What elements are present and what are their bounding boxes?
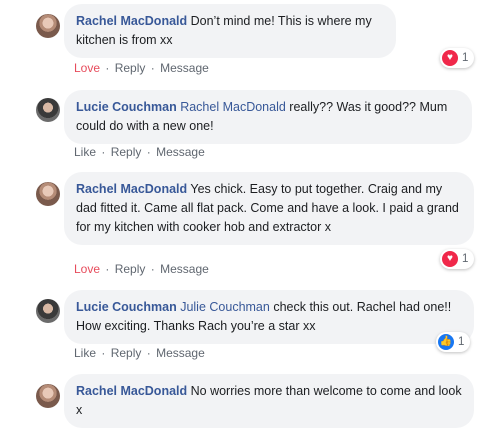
heart-icon: ♥	[442, 50, 458, 66]
avatar[interactable]	[36, 98, 60, 122]
comment-bubble: Rachel MacDonald No worries more than we…	[64, 374, 474, 428]
message-button[interactable]: Message	[156, 145, 205, 159]
comment-actions: Love · Reply · Message	[74, 60, 209, 76]
comment-author[interactable]: Rachel MacDonald	[76, 14, 187, 28]
like-button[interactable]: Like	[74, 145, 96, 159]
comment-actions: Like · Reply · Message	[74, 345, 205, 361]
separator: ·	[150, 61, 155, 75]
separator: ·	[101, 346, 106, 360]
separator: ·	[146, 145, 151, 159]
reply-button[interactable]: Reply	[111, 346, 142, 360]
reaction-count-value: 1	[462, 253, 469, 265]
comment-author[interactable]: Lucie Couchman	[76, 100, 177, 114]
avatar[interactable]	[36, 182, 60, 206]
message-button[interactable]: Message	[156, 346, 205, 360]
separator: ·	[101, 145, 106, 159]
comment-author[interactable]: Rachel MacDonald	[76, 384, 187, 398]
separator: ·	[150, 262, 155, 276]
avatar[interactable]	[36, 384, 60, 408]
heart-icon: ♥	[442, 251, 458, 267]
comment-bubble: Rachel MacDonald Don’t mind me! This is …	[64, 4, 396, 58]
separator: ·	[146, 346, 151, 360]
love-button[interactable]: Love	[74, 262, 100, 276]
message-button[interactable]: Message	[160, 262, 209, 276]
reaction-count[interactable]: ♥ 1	[440, 48, 475, 68]
reaction-count[interactable]: ♥ 1	[440, 249, 475, 269]
love-button[interactable]: Love	[74, 61, 100, 75]
comment-actions: Love · Reply · Message	[74, 261, 209, 277]
comment-actions: Like · Reply · Message	[74, 144, 205, 160]
message-button[interactable]: Message	[160, 61, 209, 75]
reaction-count-value: 1	[462, 52, 469, 64]
thumbs-up-icon: 👍	[438, 334, 454, 350]
avatar[interactable]	[36, 299, 60, 323]
reply-button[interactable]: Reply	[115, 262, 146, 276]
comment-author[interactable]: Rachel MacDonald	[76, 182, 187, 196]
reply-button[interactable]: Reply	[115, 61, 146, 75]
reply-button[interactable]: Reply	[111, 145, 142, 159]
comment-bubble: Lucie Couchman Rachel MacDonald really??…	[64, 90, 472, 144]
reaction-count-value: 1	[458, 336, 465, 348]
avatar[interactable]	[36, 14, 60, 38]
tagged-user[interactable]: Rachel MacDonald	[180, 100, 286, 114]
comment-author[interactable]: Lucie Couchman	[76, 300, 177, 314]
like-button[interactable]: Like	[74, 346, 96, 360]
separator: ·	[105, 61, 110, 75]
separator: ·	[105, 262, 110, 276]
comment-bubble: Lucie Couchman Julie Couchman check this…	[64, 290, 474, 344]
comment-bubble: Rachel MacDonald Yes chick. Easy to put …	[64, 172, 474, 245]
reaction-count[interactable]: 👍 1	[436, 332, 471, 352]
tagged-user[interactable]: Julie Couchman	[180, 300, 270, 314]
